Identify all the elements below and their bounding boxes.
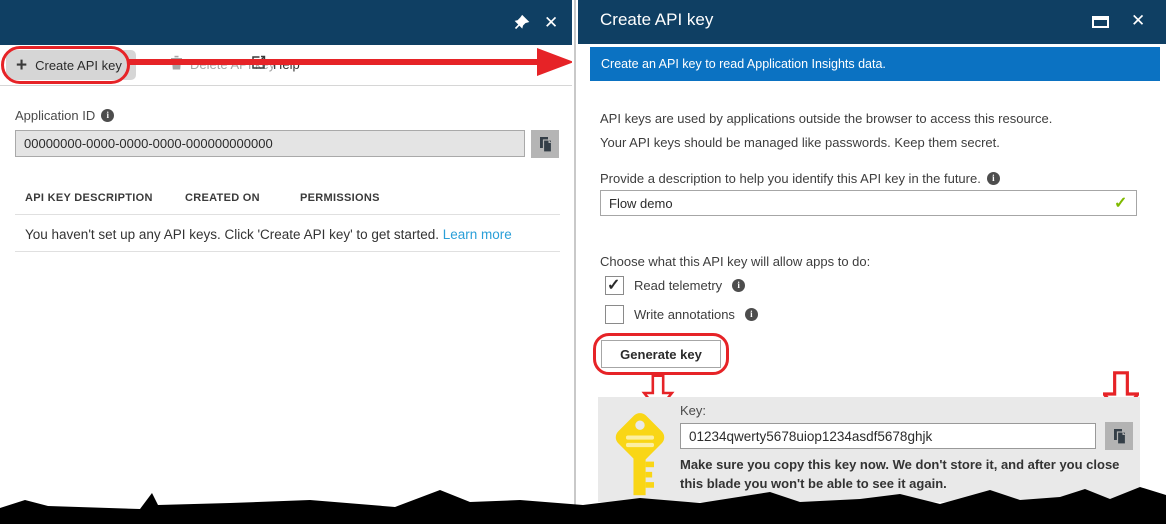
column-header-permissions: PERMISSIONS [300,192,380,204]
toolbar: + Create API key Delete API key Help [0,45,572,86]
info-icon[interactable]: i [101,109,114,122]
api-keys-blade: ✕ + Create API key Delete API key Help [0,0,572,524]
empty-state-text: You haven't set up any API keys. Click '… [25,227,512,242]
read-telemetry-info-icon[interactable]: i [732,279,745,292]
pin-icon[interactable] [514,14,530,35]
torn-edge-decoration [0,485,1166,524]
column-header-created-on: CREATED ON [185,192,260,204]
description-input[interactable] [600,190,1137,216]
create-api-key-label: Create API key [35,58,122,73]
read-telemetry-label: Read telemetry [634,278,722,293]
application-id-label: Application ID [15,108,95,123]
permissions-label: Choose what this API key will allow apps… [600,254,870,269]
left-blade-header: ✕ [0,0,572,45]
write-annotations-checkbox[interactable] [605,305,624,324]
info-banner: Create an API key to read Application In… [590,47,1160,81]
copy-key-button[interactable] [1105,422,1133,450]
empty-state-message: You haven't set up any API keys. Click '… [25,227,439,242]
close-blade-icon[interactable]: ✕ [1131,11,1145,31]
azure-portal-screenshot: ✕ + Create API key Delete API key Help [0,0,1166,524]
intro-line-2: Your API keys should be managed like pas… [600,135,1000,150]
right-blade-header: Create API key ✕ [578,0,1166,44]
create-api-key-blade: Create API key ✕ Create an API key to re… [578,0,1166,524]
table-divider [15,214,560,215]
description-label: Provide a description to help you identi… [600,171,981,186]
help-button[interactable]: Help [251,55,300,73]
read-telemetry-row: Read telemetry i [605,276,745,295]
description-info-icon[interactable]: i [987,172,1000,185]
learn-more-link[interactable]: Learn more [443,227,512,242]
plus-icon: + [16,56,27,75]
blade-title: Create API key [600,10,713,30]
valid-check-icon: ✓ [1114,193,1127,213]
close-icon[interactable]: ✕ [544,13,558,33]
create-api-key-button[interactable]: + Create API key [6,50,136,80]
maximize-icon[interactable] [1092,16,1109,28]
write-annotations-row: Write annotations i [605,305,758,324]
column-header-description: API KEY DESCRIPTION [25,192,153,204]
generate-key-button[interactable]: Generate key [601,340,721,368]
application-id-input[interactable] [15,130,525,157]
read-telemetry-checkbox[interactable] [605,276,624,295]
list-divider [15,251,560,252]
help-label: Help [273,57,300,72]
copy-application-id-button[interactable] [531,130,559,158]
write-annotations-info-icon[interactable]: i [745,308,758,321]
help-icon [251,55,266,73]
write-annotations-label: Write annotations [634,307,735,322]
intro-line-1: API keys are used by applications outsid… [600,111,1052,126]
application-id-label-row: Application ID i [15,108,114,123]
generated-key-input[interactable] [680,423,1096,449]
trash-icon [170,55,183,73]
description-label-row: Provide a description to help you identi… [600,171,1000,186]
key-label: Key: [680,403,706,418]
